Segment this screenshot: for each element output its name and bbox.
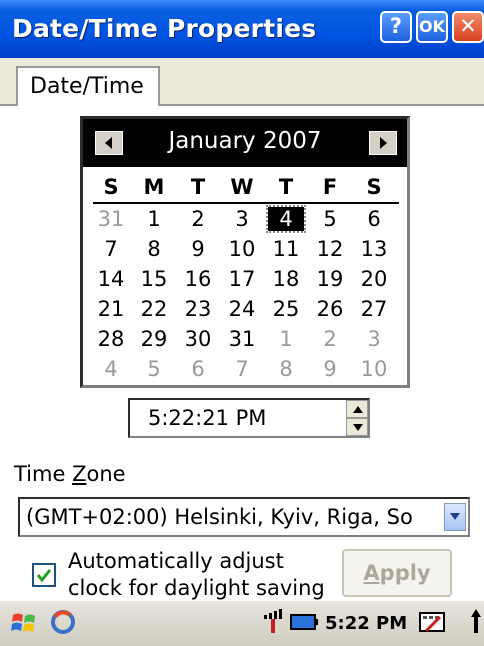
calendar-day[interactable]: 9 bbox=[312, 357, 348, 381]
dst-checkbox[interactable] bbox=[32, 563, 56, 587]
weekday-header: T bbox=[190, 175, 206, 199]
timezone-value: (GMT+02:00) Helsinki, Kyiv, Riga, So bbox=[26, 505, 413, 529]
weekday-header: S bbox=[103, 175, 119, 199]
calendar-day[interactable]: 15 bbox=[136, 267, 172, 291]
calendar-day[interactable]: 26 bbox=[312, 297, 348, 321]
weekday-header: T bbox=[278, 175, 294, 199]
calendar-day[interactable]: 10 bbox=[356, 357, 392, 381]
month-calendar[interactable]: January 2007 SMTWTFS 31 1 2 3 4 5 6 7 8 9 10 11 12 13… bbox=[80, 116, 410, 388]
calendar-day[interactable]: 16 bbox=[180, 267, 216, 291]
calendar-day[interactable]: 11 bbox=[268, 237, 304, 261]
sync-icon[interactable] bbox=[50, 609, 76, 635]
calendar-day[interactable]: 24 bbox=[224, 297, 260, 321]
next-month-button[interactable] bbox=[369, 131, 397, 155]
taskbar: 5:22 PM bbox=[0, 600, 484, 646]
arrow-down-icon bbox=[353, 424, 363, 431]
calendar-day[interactable]: 25 bbox=[268, 297, 304, 321]
timezone-dropdown-button[interactable] bbox=[444, 503, 466, 531]
calendar-day[interactable]: 20 bbox=[356, 267, 392, 291]
time-value[interactable]: 5:22:21 PM bbox=[148, 406, 266, 430]
timezone-label: Time Zone bbox=[14, 462, 126, 486]
calendar-day[interactable]: 6 bbox=[180, 357, 216, 381]
arrow-right-icon bbox=[380, 137, 387, 149]
calendar-header: January 2007 bbox=[83, 119, 407, 167]
weekday-header: F bbox=[322, 175, 338, 199]
calendar-day[interactable]: 19 bbox=[312, 267, 348, 291]
calendar-day[interactable]: 8 bbox=[268, 357, 304, 381]
window-title: Date/Time Properties bbox=[12, 14, 317, 43]
calendar-day[interactable]: 31 bbox=[224, 327, 260, 351]
tab-date-time[interactable]: Date/Time bbox=[16, 66, 160, 106]
calendar-day[interactable]: 18 bbox=[268, 267, 304, 291]
tab-label: Date/Time bbox=[30, 74, 144, 99]
calendar-day[interactable]: 1 bbox=[268, 327, 304, 351]
calendar-day[interactable]: 10 bbox=[224, 237, 260, 261]
month-title[interactable]: January 2007 bbox=[83, 128, 407, 154]
title-bar: Date/Time Properties ? OK ✕ bbox=[0, 0, 484, 58]
time-picker[interactable]: 5:22:21 PM bbox=[128, 398, 370, 438]
calendar-day[interactable]: 1 bbox=[136, 207, 172, 231]
calendar-day[interactable]: 5 bbox=[136, 357, 172, 381]
battery-icon[interactable] bbox=[289, 609, 319, 635]
calendar-day[interactable]: 5 bbox=[312, 207, 348, 231]
weekday-divider bbox=[93, 202, 399, 204]
calendar-day[interactable]: 17 bbox=[224, 267, 260, 291]
taskbar-clock[interactable]: 5:22 PM bbox=[325, 613, 407, 634]
calendar-day[interactable]: 3 bbox=[356, 327, 392, 351]
dst-label[interactable]: Automatically adjust clock for daylight … bbox=[68, 548, 348, 602]
calendar-day[interactable]: 12 bbox=[312, 237, 348, 261]
calendar-day[interactable]: 22 bbox=[136, 297, 172, 321]
arrow-up-icon bbox=[353, 406, 363, 413]
calendar-day[interactable]: 2 bbox=[312, 327, 348, 351]
spin-down-button[interactable] bbox=[346, 418, 368, 436]
weekday-header: W bbox=[230, 175, 254, 199]
calendar-day[interactable]: 6 bbox=[356, 207, 392, 231]
calendar-day[interactable]: 7 bbox=[93, 237, 129, 261]
input-panel-icon[interactable] bbox=[418, 609, 446, 637]
calendar-day[interactable]: 2 bbox=[180, 207, 216, 231]
calendar-day[interactable]: 29 bbox=[136, 327, 172, 351]
calendar-day[interactable]: 27 bbox=[356, 297, 392, 321]
weekday-header: M bbox=[143, 175, 165, 199]
calendar-day[interactable]: 8 bbox=[136, 237, 172, 261]
timezone-select[interactable]: (GMT+02:00) Helsinki, Kyiv, Riga, So bbox=[18, 497, 470, 537]
spin-up-button[interactable] bbox=[346, 400, 368, 418]
calendar-day[interactable]: 30 bbox=[180, 327, 216, 351]
calendar-day[interactable]: 14 bbox=[93, 267, 129, 291]
calendar-day[interactable]: 28 bbox=[93, 327, 129, 351]
calendar-day-selected[interactable]: 4 bbox=[266, 205, 306, 233]
checkmark-icon bbox=[36, 569, 52, 583]
scroll-up-icon[interactable] bbox=[470, 609, 482, 639]
calendar-day[interactable]: 21 bbox=[93, 297, 129, 321]
help-button[interactable]: ? bbox=[380, 11, 412, 43]
calendar-day[interactable]: 4 bbox=[93, 357, 129, 381]
calendar-day[interactable]: 23 bbox=[180, 297, 216, 321]
weekday-header: S bbox=[366, 175, 382, 199]
calendar-day[interactable]: 31 bbox=[93, 207, 129, 231]
chevron-down-icon bbox=[450, 513, 460, 520]
apply-button[interactable]: Apply bbox=[342, 549, 452, 597]
signal-icon[interactable] bbox=[262, 609, 288, 635]
calendar-day[interactable]: 13 bbox=[356, 237, 392, 261]
calendar-day[interactable]: 9 bbox=[180, 237, 216, 261]
calendar-day[interactable]: 3 bbox=[224, 207, 260, 231]
close-button[interactable]: ✕ bbox=[452, 11, 484, 43]
calendar-day[interactable]: 7 bbox=[224, 357, 260, 381]
time-spinner[interactable] bbox=[346, 400, 368, 436]
start-flag-icon[interactable] bbox=[10, 609, 38, 637]
ok-button[interactable]: OK bbox=[416, 11, 448, 43]
